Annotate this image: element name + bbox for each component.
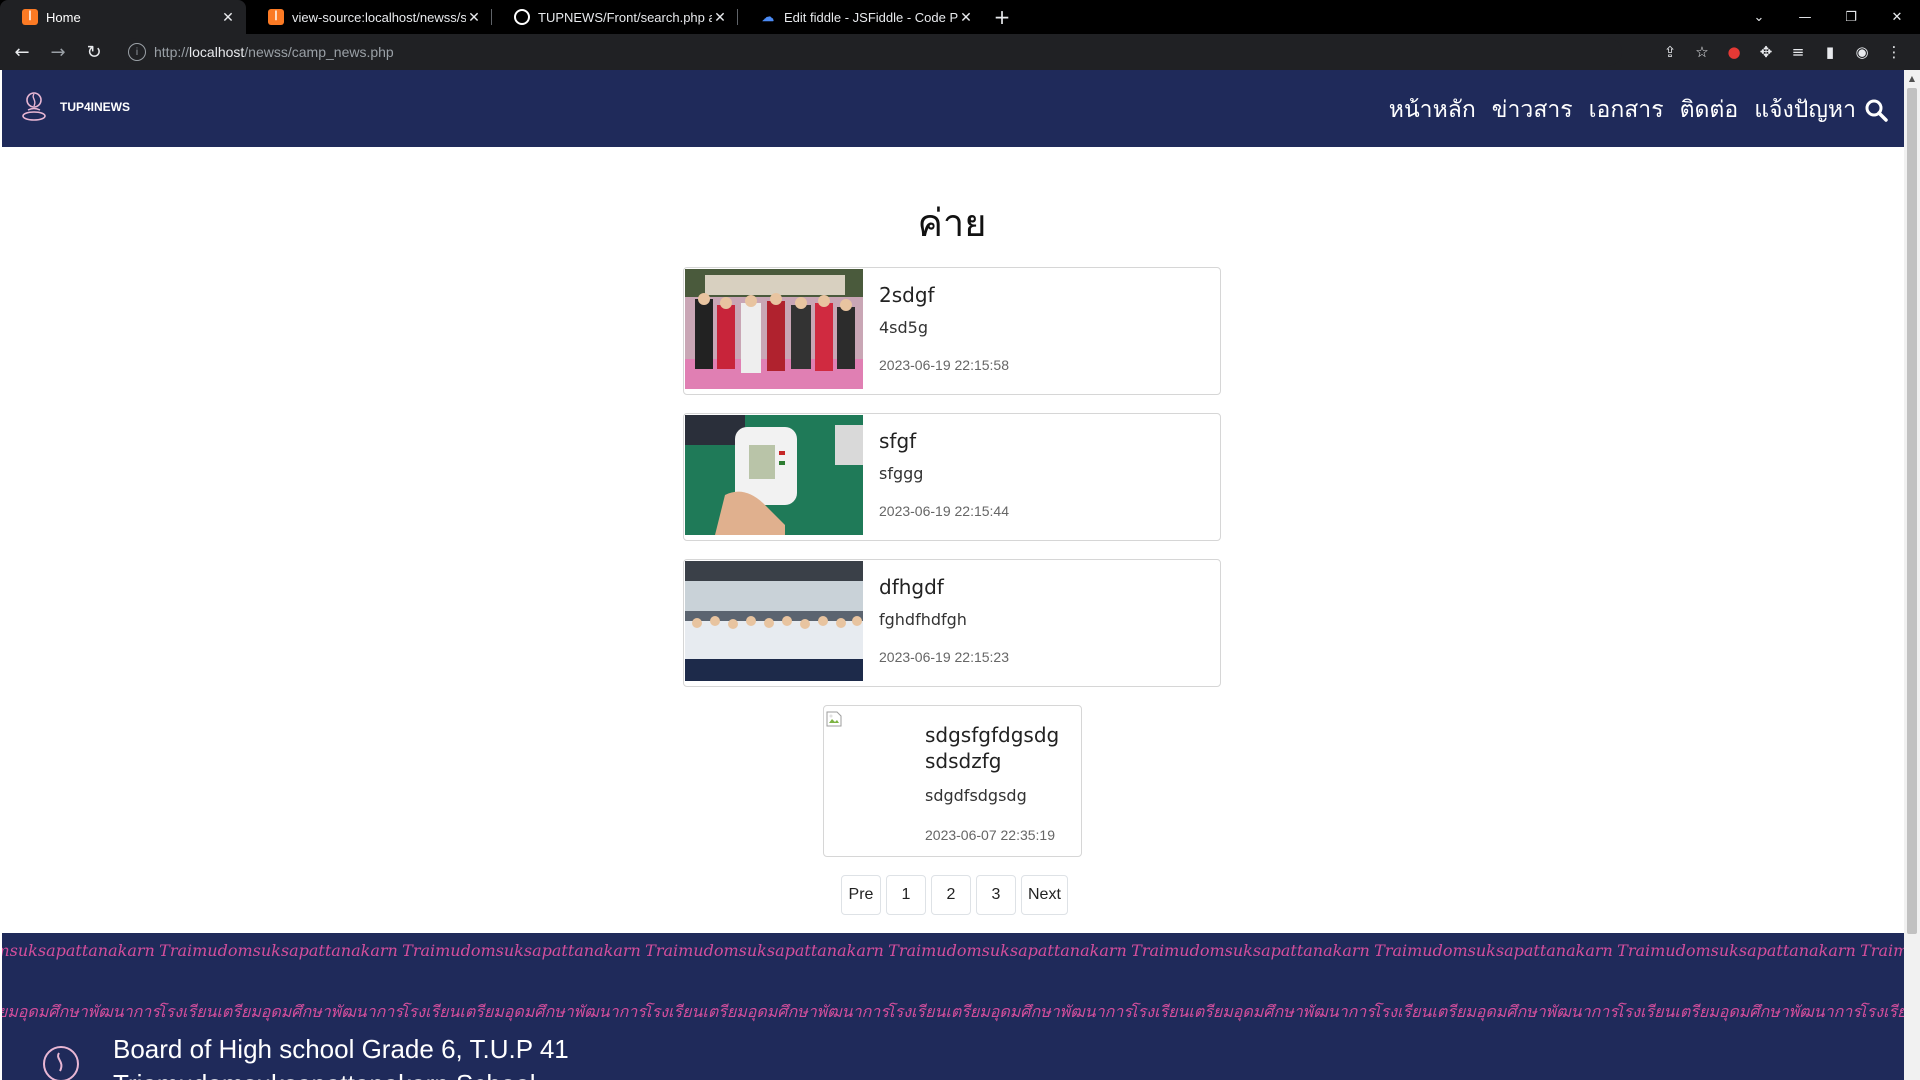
site-header: TUP4INEWS หน้าหลัก ข่าวสาร เอกสาร ติดต่อ… — [2, 70, 1904, 147]
main-nav: หน้าหลัก ข่าวสาร เอกสาร ติดต่อ แจ้งปัญหา — [1373, 92, 1888, 128]
tab-search-icon[interactable]: ⌄ — [1736, 0, 1782, 34]
news-description: 4sd5g — [879, 318, 929, 337]
tab-title: Edit fiddle - JSFiddle - Code Playg — [784, 9, 958, 25]
url-prefix: http:// — [154, 44, 190, 60]
news-title[interactable]: dfhgdf — [879, 574, 1210, 600]
pagination-prev-button[interactable]: Pre — [841, 875, 881, 915]
github-icon — [514, 9, 530, 25]
scroll-thumb[interactable] — [1907, 88, 1917, 934]
tab-title: TUPNEWS/Front/search.php at fr — [538, 9, 712, 25]
extension-red-icon[interactable]: ● — [1718, 43, 1750, 61]
news-thumbnail[interactable] — [685, 415, 863, 535]
page-title: ค่าย — [917, 201, 987, 245]
pagination-page-2[interactable]: 2 — [931, 875, 971, 915]
address-bar[interactable]: i http://localhost/newss/camp_news.php — [122, 38, 1622, 66]
minimize-icon[interactable]: — — [1782, 0, 1828, 34]
xampp-icon: ꟾ — [22, 9, 38, 25]
tab-title: Home — [46, 9, 81, 25]
news-thumbnail[interactable] — [685, 561, 863, 681]
media-queue-icon[interactable]: ≡ — [1782, 43, 1814, 61]
extensions-puzzle-icon[interactable]: ✥ — [1750, 43, 1782, 61]
forward-icon[interactable]: → — [44, 38, 72, 66]
broken-image-icon[interactable] — [826, 711, 842, 727]
news-date: 2023-06-19 22:15:44 — [879, 503, 1009, 519]
nav-contact[interactable]: ติดต่อ — [1680, 92, 1739, 128]
browser-tab-github[interactable]: TUPNEWS/Front/search.php at fr ✕ — [492, 0, 738, 34]
nav-documents[interactable]: เอกสาร — [1589, 92, 1664, 128]
close-icon[interactable]: ✕ — [220, 9, 236, 26]
news-card[interactable]: sfgf sfggg 2023-06-19 22:15:44 — [683, 413, 1221, 541]
news-description: fghdfhdfgh — [879, 610, 967, 629]
tab-title: view-source:localhost/newss/search.php — [292, 9, 466, 25]
news-title[interactable]: sfgf — [879, 428, 1210, 454]
profile-avatar-icon[interactable]: ◉ — [1846, 43, 1878, 61]
browser-toolbar: ← → ↻ i http://localhost/newss/camp_news… — [0, 34, 1920, 70]
close-icon[interactable]: ✕ — [466, 9, 482, 26]
window-controls: ⌄ — ❐ ✕ — [1736, 0, 1920, 34]
menu-kebab-icon[interactable]: ⋮ — [1878, 43, 1910, 61]
back-icon[interactable]: ← — [8, 38, 36, 66]
nav-report-problem[interactable]: แจ้งปัญหา — [1754, 92, 1856, 128]
restore-icon[interactable]: ❐ — [1828, 0, 1874, 34]
news-description: sdgdfsdgsdg — [925, 786, 1027, 805]
news-date: 2023-06-07 22:35:19 — [925, 827, 1055, 843]
footer-title: Board of High school Grade 6, T.U.P 41 — [113, 1034, 569, 1064]
browser-tab-home[interactable]: ꟾ Home ✕ — [0, 0, 246, 34]
school-logo-icon — [22, 92, 46, 121]
bookmark-star-icon[interactable]: ☆ — [1686, 43, 1718, 61]
pagination-next-button[interactable]: Next — [1021, 875, 1068, 915]
browser-tab-jsfiddle[interactable]: ☁ Edit fiddle - JSFiddle - Code Playg ✕ — [738, 0, 984, 34]
nav-news[interactable]: ข่าวสาร — [1492, 92, 1573, 128]
school-logo-icon — [43, 1046, 79, 1080]
browser-tab-view-source[interactable]: ꟾ view-source:localhost/newss/search.php… — [246, 0, 492, 34]
close-icon[interactable]: ✕ — [958, 9, 974, 26]
news-card[interactable]: 2sdgf 4sd5g 2023-06-19 22:15:58 — [683, 267, 1221, 395]
footer-pattern-thai: โรงเรียนเตรียมอุดมศึกษาพัฒนาการโรงเรียนเ… — [2, 1002, 1904, 1021]
site-footer: TraimudomsuksapattanakarnTraimudomsuksap… — [2, 933, 1904, 1080]
news-description: sfggg — [879, 464, 924, 483]
site-info-icon[interactable]: i — [128, 43, 146, 61]
brand-link[interactable]: TUP4INEWS — [20, 90, 130, 124]
xampp-icon: ꟾ — [268, 9, 284, 25]
url-host: localhost — [189, 44, 245, 60]
search-icon[interactable] — [1864, 98, 1888, 122]
news-title[interactable]: sdgsfgfdgsdg sdsdzfg — [925, 722, 1075, 774]
share-icon[interactable]: ⇪ — [1654, 43, 1686, 61]
page-scrollbar[interactable]: ▲ — [1904, 70, 1920, 1080]
news-date: 2023-06-19 22:15:23 — [879, 649, 1009, 665]
news-date: 2023-06-19 22:15:58 — [879, 357, 1009, 373]
nav-home[interactable]: หน้าหลัก — [1389, 92, 1476, 128]
url-path: /newss/camp_news.php — [244, 44, 394, 60]
scroll-up-icon[interactable]: ▲ — [1904, 70, 1920, 86]
news-card[interactable]: sdgsfgfdgsdg sdsdzfg sdgdfsdgsdg 2023-06… — [823, 705, 1082, 857]
browser-tab-bar: ꟾ Home ✕ ꟾ view-source:localhost/newss/s… — [0, 0, 1920, 34]
pagination-page-1[interactable]: 1 — [886, 875, 926, 915]
new-tab-button[interactable]: + — [984, 0, 1020, 34]
news-thumbnail[interactable] — [685, 269, 863, 389]
brand-name: TUP4INEWS — [60, 100, 131, 114]
pagination-page-3[interactable]: 3 — [976, 875, 1016, 915]
news-card[interactable]: dfhgdf fghdfhdfgh 2023-06-19 22:15:23 — [683, 559, 1221, 687]
footer-subtitle: Triamudomsuksapattanakarn School — [113, 1069, 535, 1080]
pagination: Pre 1 2 3 Next — [841, 875, 1073, 915]
jsfiddle-icon: ☁ — [762, 10, 774, 24]
news-title[interactable]: 2sdgf — [879, 282, 1210, 308]
footer-pattern-english: TraimudomsuksapattanakarnTraimudomsuksap… — [2, 941, 1904, 960]
window-close-icon[interactable]: ✕ — [1874, 0, 1920, 34]
side-panel-icon[interactable]: ▮ — [1814, 43, 1846, 61]
close-icon[interactable]: ✕ — [712, 9, 728, 26]
reload-icon[interactable]: ↻ — [80, 38, 108, 66]
